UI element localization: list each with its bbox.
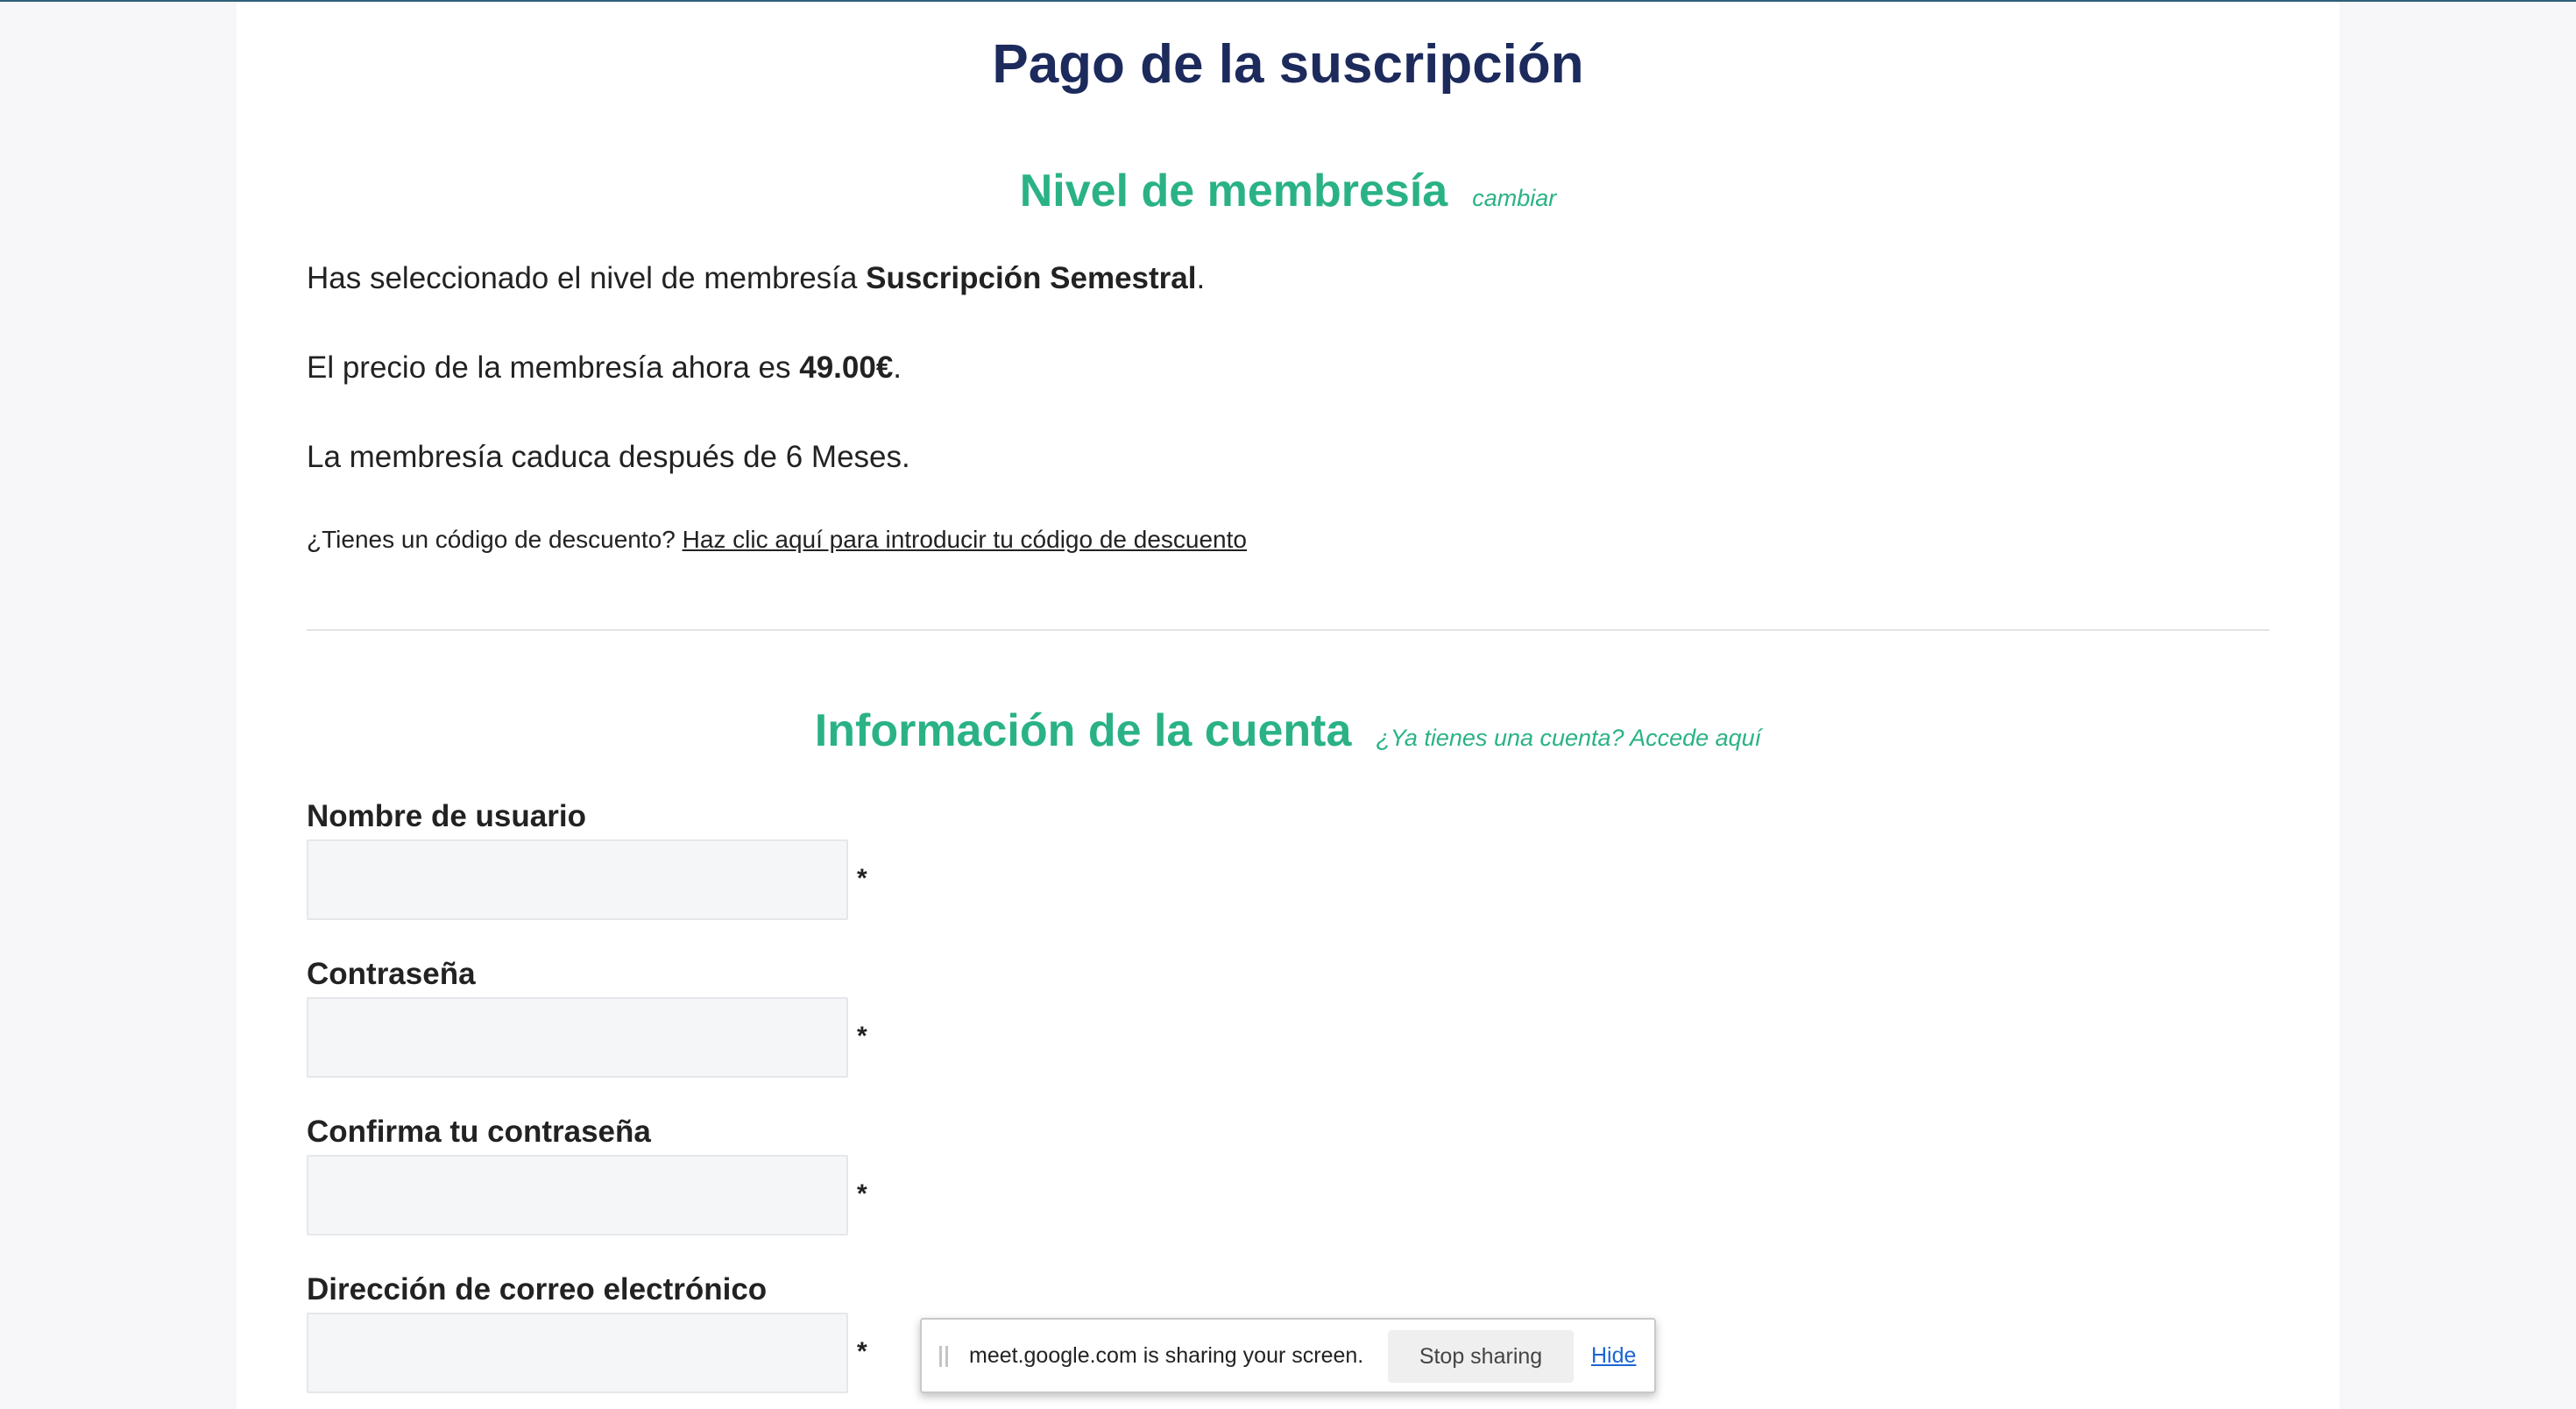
confirm-password-input[interactable]	[307, 1155, 848, 1236]
discount-code-link[interactable]: Haz clic aquí para introducir tu código …	[683, 526, 1247, 553]
username-input[interactable]	[307, 839, 848, 920]
membership-heading: Nivel de membresía	[1019, 166, 1448, 216]
username-label: Nombre de usuario	[307, 799, 586, 833]
price-text: El precio de la membresía ahora es 49.00…	[307, 349, 902, 387]
stop-sharing-button[interactable]: Stop sharing	[1388, 1330, 1574, 1383]
price-suffix: .	[893, 350, 902, 385]
email-required-marker: *	[857, 1337, 867, 1366]
login-link[interactable]: ¿Ya tienes una cuenta? Accede aquí	[1376, 725, 1761, 751]
change-level-link[interactable]: cambiar	[1472, 185, 1556, 211]
screen-share-bar: meet.google.com is sharing your screen. …	[920, 1318, 1656, 1393]
membership-heading-row: Nivel de membresía cambiar	[237, 165, 2339, 217]
email-label: Dirección de correo electrónico	[307, 1272, 768, 1306]
selected-level-text: Has seleccionado el nivel de membresía S…	[307, 259, 1205, 298]
hide-link[interactable]: Hide	[1591, 1320, 1636, 1391]
username-required-marker: *	[857, 864, 867, 893]
drag-handle-icon[interactable]	[939, 1346, 950, 1367]
selected-level-name: Suscripción Semestral	[866, 261, 1197, 295]
page-title: Pago de la suscripción	[992, 34, 1584, 95]
share-message: meet.google.com is sharing your screen.	[969, 1343, 1364, 1368]
selected-level-prefix: Has seleccionado el nivel de membresía	[307, 261, 867, 295]
email-input[interactable]	[307, 1313, 848, 1393]
confirm-password-label: Confirma tu contraseña	[307, 1115, 651, 1149]
password-required-marker: *	[857, 1022, 867, 1051]
section-divider	[307, 629, 2269, 631]
account-heading: Información de la cuenta	[814, 705, 1352, 756]
password-label: Contraseña	[307, 957, 476, 991]
price-prefix: El precio de la membresía ahora es	[307, 350, 800, 385]
confirm-password-required-marker: *	[857, 1179, 867, 1208]
password-input[interactable]	[307, 997, 848, 1078]
discount-code-text: ¿Tienes un código de descuento? Haz clic…	[307, 522, 1247, 557]
account-heading-row: Información de la cuenta ¿Ya tienes una c…	[237, 704, 2339, 757]
checkout-page: Pago de la suscripción Nivel de membresí…	[237, 2, 2339, 1409]
selected-level-suffix: .	[1196, 261, 1206, 295]
discount-question: ¿Tienes un código de descuento?	[307, 526, 683, 553]
expiry-text: La membresía caduca después de 6 Meses.	[307, 440, 910, 474]
price-value: 49.00€	[799, 350, 894, 385]
